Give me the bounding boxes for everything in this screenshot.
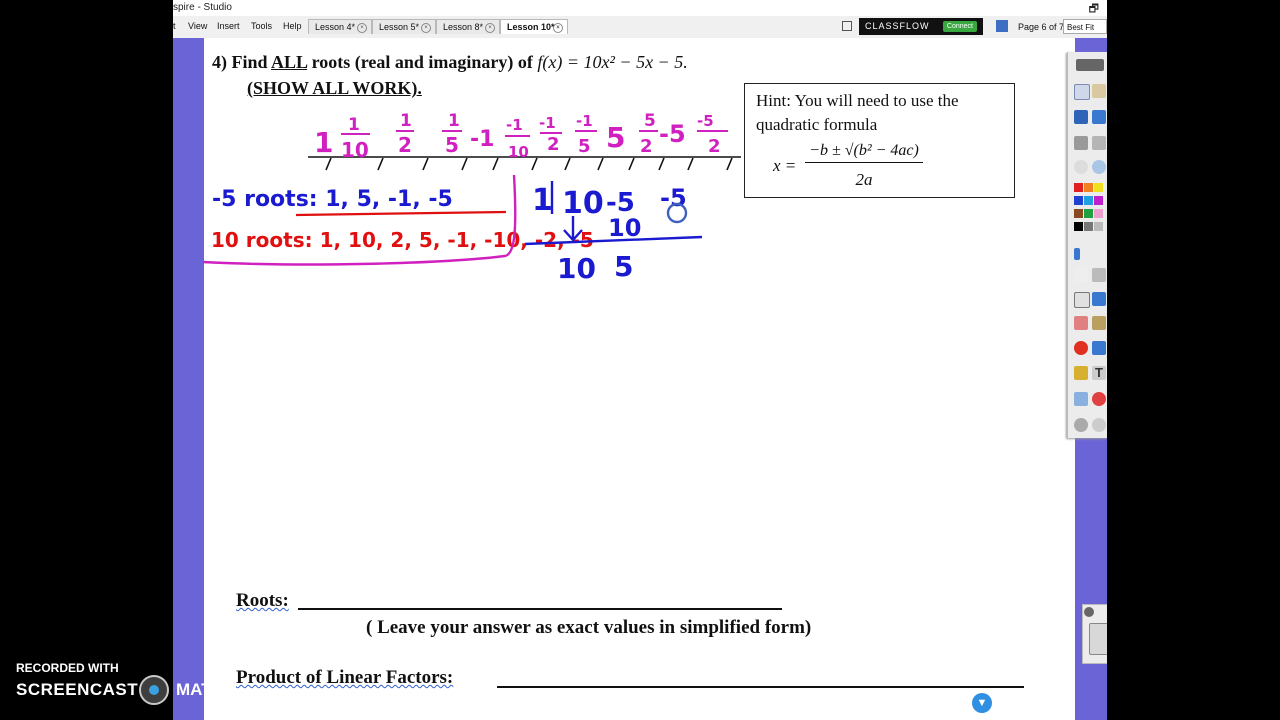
close-icon[interactable] — [1084, 607, 1094, 617]
flask-icon[interactable] — [1074, 392, 1088, 406]
screencast-matic: MATIC — [176, 680, 229, 699]
trash-panel — [1082, 604, 1107, 664]
zoom-select[interactable]: Best Fit — [1063, 19, 1107, 34]
handwriting-icon[interactable] — [1074, 110, 1088, 124]
menu-bar: t View Insert Tools Help Lesson 4* × Less… — [173, 16, 1107, 39]
next-page-icon[interactable]: ▼ — [972, 693, 992, 713]
title-bar: spire - Studio 🗗 — [173, 0, 1107, 16]
color-swatch-magenta[interactable] — [1094, 196, 1103, 205]
page-info: Page 6 of 7 — [1018, 22, 1065, 32]
globe-icon[interactable] — [1092, 160, 1106, 174]
hand-icon[interactable] — [1092, 268, 1106, 282]
page-view-icon[interactable] — [842, 21, 852, 31]
tab-label: Lesson 4* — [315, 22, 356, 32]
roots-answer-line[interactable] — [298, 608, 782, 610]
color-swatch-pink[interactable] — [1094, 209, 1103, 218]
roots-label-text: Roots: — [236, 590, 289, 611]
question-body: roots (real and imaginary) of — [311, 52, 533, 72]
color-swatch-light-gray[interactable] — [1094, 222, 1103, 231]
toolbox-header-icon[interactable] — [1076, 59, 1104, 71]
question-function: f(x) = 10x² − 5x − 5. — [537, 52, 688, 72]
play-icon[interactable] — [1074, 160, 1088, 174]
undo-icon[interactable] — [1074, 136, 1088, 150]
shapes-icon[interactable] — [1074, 341, 1088, 355]
tab-label: Lesson 5* — [379, 22, 420, 32]
page-icon[interactable] — [996, 20, 1008, 32]
screencast-recorded-with: RECORDED WITH — [16, 661, 119, 675]
pen-icon[interactable] — [1074, 292, 1090, 308]
color-swatch-gray[interactable] — [1084, 222, 1093, 231]
eraser-icon[interactable] — [1074, 316, 1088, 330]
settings-icon[interactable] — [1092, 418, 1106, 432]
question-find: Find — [231, 52, 268, 72]
hint-box: Hint: You will need to use the quadratic… — [744, 83, 1015, 198]
plf-answer-line[interactable] — [497, 686, 1024, 688]
color-swatch-cyan[interactable] — [1084, 196, 1093, 205]
formula-denominator: 2a — [855, 170, 873, 189]
hint-line-1: Hint: You will need to use the — [756, 91, 959, 110]
close-icon[interactable]: × — [553, 23, 563, 33]
close-icon[interactable]: × — [357, 23, 367, 33]
color-swatch-black[interactable] — [1074, 222, 1083, 231]
question-number: 4) — [212, 52, 227, 72]
left-margin-band — [173, 38, 204, 720]
classflow-label: CLASSFLOW — [865, 21, 930, 31]
screencast-brand: SCREENCAST — [16, 680, 139, 699]
restore-icon-red[interactable] — [1092, 392, 1106, 406]
color-swatch-yellow[interactable] — [1094, 183, 1103, 192]
redo-icon[interactable] — [1092, 136, 1106, 150]
highlighter-icon[interactable] — [1092, 292, 1106, 306]
color-swatch-green[interactable] — [1084, 209, 1093, 218]
exact-values-note: ( Leave your answer as exact values in s… — [366, 617, 812, 638]
plf-label-text: Product of Linear Factors: — [236, 667, 454, 688]
user-icon[interactable] — [1092, 84, 1106, 98]
menu-item-file[interactable]: t — [173, 21, 176, 31]
screencast-logo-icon — [139, 675, 169, 705]
connect-button[interactable]: Connect — [942, 21, 977, 32]
pointer-icon[interactable] — [1074, 268, 1088, 282]
menu-item-help[interactable]: Help — [283, 21, 302, 31]
tab-lesson-8[interactable]: Lesson 8* × — [436, 19, 500, 34]
toolbox: T — [1067, 52, 1107, 438]
show-work-text: (SHOW ALL WORK). — [247, 78, 422, 98]
connector-icon[interactable] — [1092, 341, 1106, 355]
color-swatch-red[interactable] — [1074, 183, 1083, 192]
page-sorter-icon[interactable] — [1074, 84, 1090, 100]
text-icon[interactable]: T — [1092, 366, 1106, 380]
color-swatch-blue[interactable] — [1074, 196, 1083, 205]
camera-icon[interactable] — [1074, 366, 1088, 380]
tab-lesson-10[interactable]: Lesson 10* × — [500, 19, 568, 34]
formula-lhs: x = — [773, 156, 797, 175]
menu-item-view[interactable]: View — [188, 21, 207, 31]
question-all: ALL — [271, 52, 308, 72]
formula-numerator: −b ± √(b² − 4ac) — [805, 142, 923, 163]
tab-lesson-4[interactable]: Lesson 4* × — [308, 19, 372, 34]
question-text: 4) Find ALL roots (real and imaginary) o… — [212, 52, 688, 73]
tab-lesson-5[interactable]: Lesson 5* × — [372, 19, 436, 34]
close-icon[interactable]: × — [485, 23, 495, 33]
trash-icon[interactable] — [1089, 623, 1107, 655]
menu-item-insert[interactable]: Insert — [217, 21, 240, 31]
fill-icon[interactable] — [1092, 316, 1106, 330]
tab-label: Lesson 10* — [507, 22, 555, 32]
window-title: spire - Studio — [173, 2, 232, 13]
pen-width-slider[interactable] — [1074, 248, 1080, 260]
shape-icon[interactable] — [1092, 110, 1106, 124]
plf-label: Product of Linear Factors: — [236, 667, 453, 689]
tab-label: Lesson 8* — [443, 22, 484, 32]
close-icon[interactable]: × — [421, 23, 431, 33]
refresh-icon[interactable] — [1074, 418, 1088, 432]
hint-line-2: quadratic formula — [756, 115, 878, 134]
roots-label: Roots: — [236, 590, 289, 612]
menu-item-tools[interactable]: Tools — [251, 21, 272, 31]
color-swatch-orange[interactable] — [1084, 183, 1093, 192]
color-swatch-brown[interactable] — [1074, 209, 1083, 218]
classflow-button[interactable]: CLASSFLOW Connect — [859, 18, 983, 35]
